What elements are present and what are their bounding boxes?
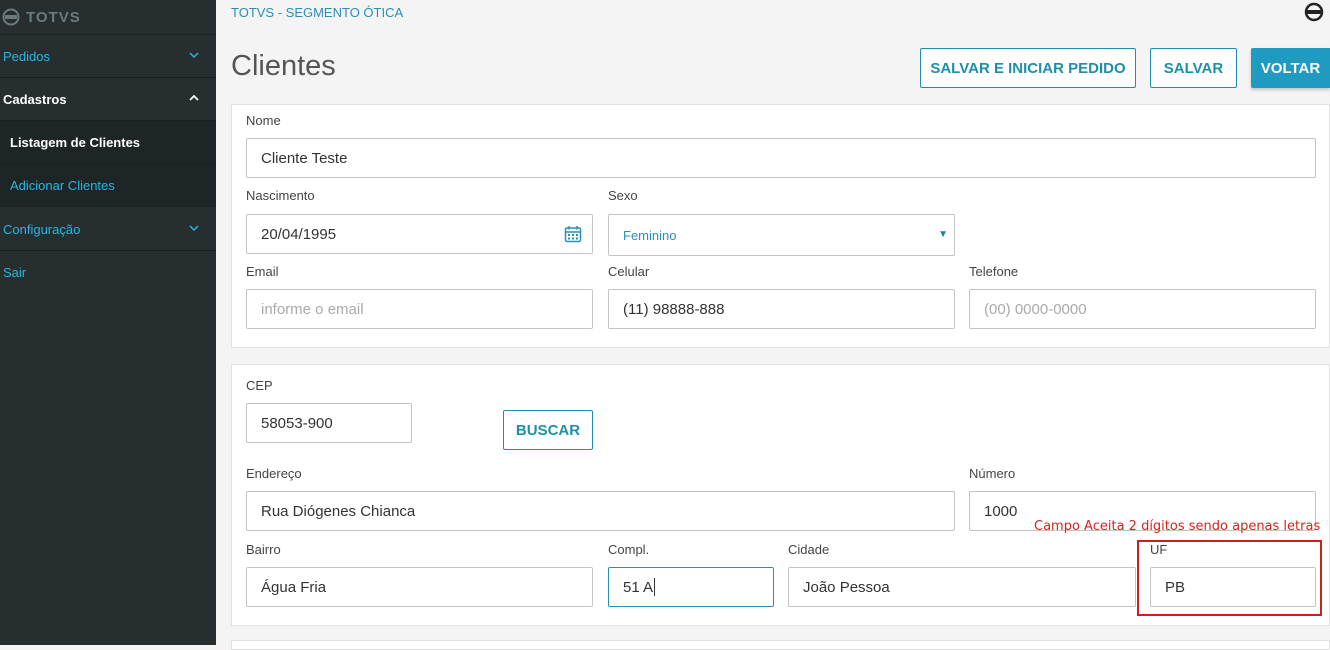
nome-label: Nome: [246, 113, 281, 128]
save-button[interactable]: SALVAR: [1150, 48, 1237, 88]
cep-value: 58053-900: [261, 414, 333, 432]
save-and-start-order-button[interactable]: SALVAR E INICIAR PEDIDO: [920, 48, 1136, 88]
compl-value: 51 A: [623, 578, 654, 596]
bairro-value: Água Fria: [261, 578, 327, 596]
telefone-label: Telefone: [969, 264, 1019, 279]
bairro-label: Bairro: [246, 542, 281, 557]
sidebar-item-label: Adicionar Clientes: [10, 177, 115, 193]
celular-value: (11) 98888-888: [623, 300, 725, 318]
text-cursor: [654, 578, 656, 596]
calendar-icon[interactable]: [564, 225, 582, 243]
endereco-label: Endereço: [246, 466, 302, 481]
logo: TOTVS: [0, 0, 216, 35]
cidade-field[interactable]: João Pessoa: [788, 567, 1136, 607]
endereco-value: Rua Diógenes Chianca: [261, 502, 416, 520]
sidebar-item-sair[interactable]: Sair: [0, 251, 216, 294]
numero-label: Número: [969, 466, 1016, 481]
sexo-value: Feminino: [623, 227, 677, 243]
nome-field[interactable]: Cliente Teste: [246, 138, 1316, 178]
sidebar-item-configuracao[interactable]: Configuração: [0, 208, 216, 251]
sexo-select[interactable]: Feminino ▼: [608, 214, 955, 256]
sidebar-item-listagem-clientes[interactable]: Listagem de Clientes: [0, 121, 216, 164]
nascimento-field[interactable]: 20/04/1995: [246, 214, 593, 254]
back-button[interactable]: VOLTAR: [1251, 48, 1330, 88]
email-field[interactable]: informe o email: [246, 289, 593, 329]
sidebar-item-cadastros[interactable]: Cadastros: [0, 78, 216, 121]
nome-value: Cliente Teste: [261, 149, 348, 167]
cidade-value: João Pessoa: [803, 578, 890, 596]
nascimento-value: 20/04/1995: [261, 225, 337, 243]
sexo-label: Sexo: [608, 188, 638, 203]
caret-down-icon: ▼: [938, 229, 948, 240]
sidebar-item-label: Pedidos: [3, 48, 50, 64]
brand-title: TOTVS - SEGMENTO ÓTICA: [231, 5, 404, 20]
nascimento-label: Nascimento: [246, 188, 315, 203]
totvs-logo-icon: [2, 8, 20, 26]
celular-label: Celular: [608, 264, 650, 279]
cep-label: CEP: [246, 378, 273, 393]
bairro-field[interactable]: Água Fria: [246, 567, 593, 607]
annotation-highlight-box: [1137, 540, 1322, 616]
cidade-label: Cidade: [788, 542, 830, 557]
sidebar-item-label: Cadastros: [3, 91, 67, 107]
compl-field[interactable]: 51 A: [608, 567, 774, 607]
sidebar-item-label: Listagem de Clientes: [10, 134, 141, 150]
next-card-edge: [231, 640, 1330, 650]
telefone-field[interactable]: (00) 0000-0000: [969, 289, 1316, 329]
sidebar: TOTVS Pedidos Cadastros Listagem de Clie…: [0, 0, 216, 645]
logo-text: TOTVS: [26, 8, 81, 26]
sidebar-item-pedidos[interactable]: Pedidos: [0, 35, 216, 78]
endereco-field[interactable]: Rua Diógenes Chianca: [246, 491, 955, 531]
sidebar-item-label: Sair: [3, 265, 27, 280]
chevron-up-icon: [189, 94, 199, 101]
search-cep-button[interactable]: BUSCAR: [503, 410, 593, 450]
email-placeholder: informe o email: [261, 300, 364, 318]
totvs-brand-icon[interactable]: [1304, 2, 1324, 22]
cep-field[interactable]: 58053-900: [246, 403, 412, 443]
telefone-placeholder: (00) 0000-0000: [984, 300, 1087, 318]
numero-value: 1000: [984, 502, 1018, 520]
celular-field[interactable]: (11) 98888-888: [608, 289, 955, 329]
sidebar-item-adicionar-clientes[interactable]: Adicionar Clientes: [0, 164, 216, 207]
page-title: Clientes: [231, 50, 336, 82]
sidebar-item-label: Configuração: [3, 221, 81, 237]
chevron-down-icon: [189, 52, 199, 59]
annotation-note: Campo Aceita 2 dígitos sendo apenas letr…: [1034, 519, 1321, 534]
compl-label: Compl.: [608, 542, 650, 557]
email-label: Email: [246, 264, 279, 279]
chevron-down-icon: [189, 225, 199, 232]
